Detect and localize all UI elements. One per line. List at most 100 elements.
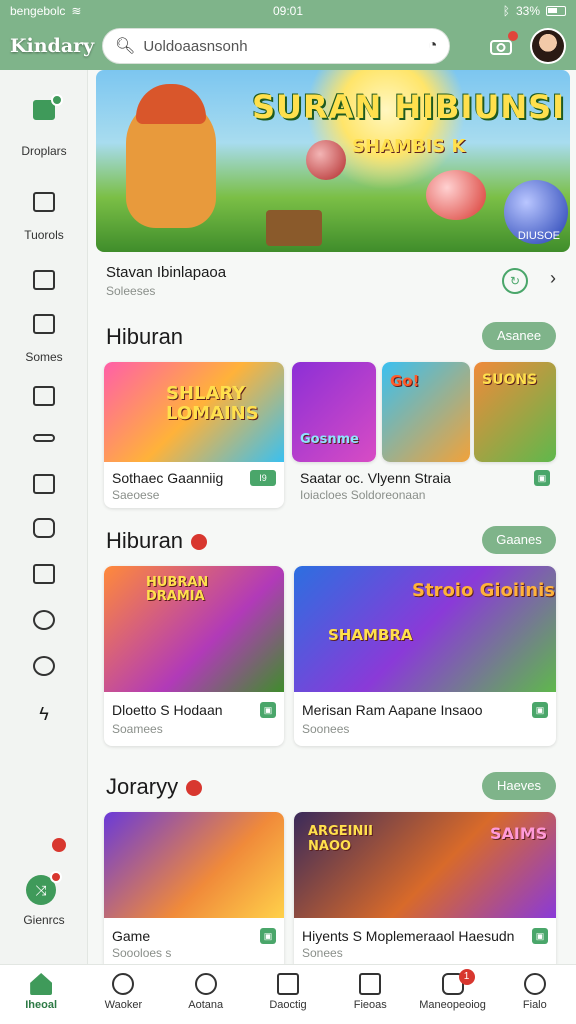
- bookmark-icon: [33, 564, 55, 584]
- tag-icon: ▣: [260, 928, 276, 944]
- alert-icon: [191, 534, 208, 551]
- hero-title[interactable]: Stavan Ibinlapaoa: [106, 264, 226, 281]
- section-title: Joraryy: [106, 774, 203, 800]
- section-more-button[interactable]: Asanee: [482, 322, 556, 350]
- sidebar: Droplars Tuorols Somes ϟ ⤨ Gienrcs: [0, 70, 88, 964]
- nav-label: Waoker: [104, 999, 143, 1011]
- avatar[interactable]: [530, 28, 566, 64]
- sidebar-item-puzzle[interactable]: [0, 270, 88, 290]
- hero-banner-tag: DIUSOE: [517, 230, 560, 242]
- game-card[interactable]: HUBRAN DRAMIA Dloetto S Hodaan Soamees ▣: [104, 566, 284, 746]
- card-subtitle: Soonees: [302, 722, 350, 736]
- nav-aotana[interactable]: Aotana: [165, 965, 247, 1024]
- game-card[interactable]: Game Soooloes s ▣: [104, 812, 284, 964]
- nav-label: Maneopeoiog: [419, 999, 486, 1011]
- search-input[interactable]: [143, 37, 420, 55]
- section-more-button[interactable]: Gaanes: [482, 526, 556, 554]
- hero-banner[interactable]: SURAN HIBIUNSI SHAMBIS K DIUSOE: [96, 70, 570, 252]
- sidebar-item-card[interactable]: [0, 386, 88, 406]
- nav-home[interactable]: Iheoal: [0, 965, 82, 1024]
- app-bar: Kindary 🔍︎ ◔: [0, 22, 576, 70]
- search-bar[interactable]: 🔍︎ ◔: [102, 28, 451, 64]
- card-title: Hiyents S Moplemeraaol Haesudn: [302, 928, 515, 944]
- hero-banner-title: SURAN HIBIUNSI: [252, 88, 566, 126]
- section-more-button[interactable]: Haeves: [482, 772, 556, 800]
- card-icon: [33, 386, 55, 406]
- compass-icon: [194, 973, 217, 995]
- card-art-title: SAIMS: [490, 824, 548, 843]
- mic-icon[interactable]: ◔: [428, 37, 438, 55]
- card-subtitle: Saeoese: [112, 488, 160, 502]
- sidebar-item-tuorols[interactable]: Tuorols: [0, 192, 88, 242]
- card-subtitle: Sonees: [302, 946, 343, 960]
- card-title: Merisan Ram Aapane Insaoo: [302, 702, 483, 718]
- sidebar-item-search[interactable]: [0, 656, 88, 676]
- profile-icon: [523, 973, 546, 995]
- lightning-icon: ϟ: [39, 704, 49, 724]
- game-card[interactable]: Go!: [382, 362, 470, 462]
- nav-waoker[interactable]: Waoker: [82, 965, 164, 1024]
- card-art-title: Go!: [390, 372, 420, 390]
- card-art-title: Stroio Gioiinis: [412, 580, 555, 601]
- calendar-icon: [276, 973, 299, 995]
- nav-label: Fialo: [522, 999, 547, 1011]
- section-header: Joraryy Haeves: [96, 760, 570, 812]
- hero-subtitle: Soleeses: [106, 284, 156, 298]
- alert-icon: [186, 780, 203, 797]
- nav-label: Fieoas: [353, 999, 387, 1011]
- home-icon: [30, 973, 53, 995]
- tag-icon: ▣: [532, 702, 548, 718]
- section-header: Hiburan Asanee: [96, 310, 570, 362]
- chevron-right-icon[interactable]: ›: [550, 268, 556, 289]
- genres-button[interactable]: ⤨: [26, 871, 62, 905]
- notification-dot: [508, 31, 519, 41]
- card-title: Saatar oc. Vlyenn Straia: [300, 470, 451, 486]
- nav-maneopeoiog[interactable]: 1 Maneopeoiog: [411, 965, 493, 1024]
- nav-label: Aotana: [188, 999, 224, 1011]
- sidebar-item-somes[interactable]: Somes: [0, 314, 88, 364]
- sidebar-item-key[interactable]: [0, 434, 88, 442]
- sidebar-item-clock[interactable]: [0, 610, 88, 630]
- section-header: Hiburan Gaanes: [96, 514, 570, 566]
- main-content: SURAN HIBIUNSI SHAMBIS K DIUSOE Stavan I…: [96, 70, 570, 964]
- card-badge: I9: [250, 470, 276, 486]
- puzzle-icon: [33, 270, 55, 290]
- card-title: Sothaec Gaanniig: [112, 470, 224, 486]
- hero-info: Stavan Ibinlapaoa Soleeses ↻ ›: [96, 252, 570, 310]
- refresh-icon[interactable]: ↻: [502, 268, 528, 294]
- card-subtitle: Soamees: [112, 722, 163, 736]
- tv-icon: [33, 314, 55, 334]
- game-card[interactable]: Stroio Gioiinis SHAMBRA Merisan Ram Aapa…: [294, 566, 556, 746]
- key-icon: [33, 434, 55, 442]
- shuffle-icon: ⤨: [35, 882, 47, 898]
- tag-icon: ▣: [534, 470, 550, 486]
- sidebar-item-list[interactable]: [0, 474, 88, 494]
- nav-daoctig[interactable]: Daoctig: [247, 965, 329, 1024]
- battery-icon: [546, 6, 566, 16]
- game-card[interactable]: ARGEINII NAOO SAIMS Hiyents S Moplemeraa…: [294, 812, 556, 964]
- nav-fialo[interactable]: Fialo: [494, 965, 576, 1024]
- nav-badge: 1: [458, 969, 475, 985]
- genres-label: Gienrcs: [23, 913, 65, 927]
- sidebar-item-shield[interactable]: [0, 518, 88, 538]
- card-title: Game: [112, 928, 151, 944]
- nav-label: Iheoal: [25, 999, 58, 1011]
- card-art-title: SHLARY LOMAINS: [166, 383, 259, 424]
- sidebar-item-droplars[interactable]: Droplars: [0, 94, 88, 158]
- nav-fieoas[interactable]: Fieoas: [329, 965, 411, 1024]
- app-logo[interactable]: Kindary: [10, 35, 94, 57]
- game-card[interactable]: SHLARY LOMAINS Sothaec Gaanniig Saeoese …: [104, 362, 284, 508]
- status-bar: bengebolc ≋ 09:01 ᛒ 33%: [0, 0, 576, 22]
- game-card[interactable]: SUONS: [474, 362, 556, 462]
- sidebar-item-lightning[interactable]: ϟ: [0, 704, 88, 724]
- clock-icon: [33, 610, 55, 630]
- camera-button[interactable]: [490, 31, 519, 55]
- section-title: Hiburan: [106, 324, 184, 349]
- sidebar-item-label: Tuorols: [24, 228, 64, 242]
- sidebar-item-bookmark[interactable]: [0, 564, 88, 584]
- tag-icon: ▣: [532, 928, 548, 944]
- hero-banner-subtitle: SHAMBIS K: [352, 136, 466, 157]
- card-art-title: HUBRAN DRAMIA: [146, 575, 209, 604]
- tag-icon: ▣: [260, 702, 276, 718]
- monitor-icon: [33, 192, 55, 212]
